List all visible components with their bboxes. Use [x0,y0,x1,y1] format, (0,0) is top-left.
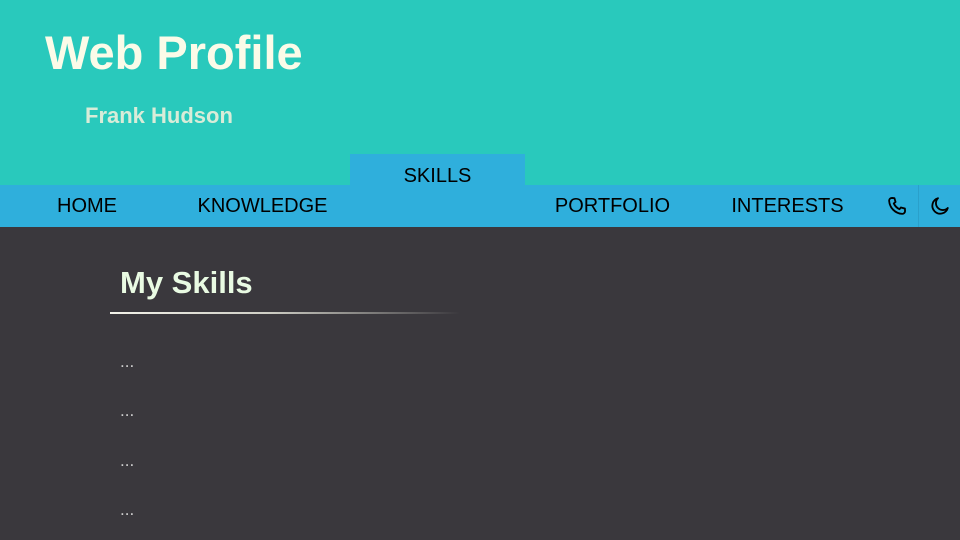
nav-item-portfolio[interactable]: PORTFOLIO [540,185,685,227]
profile-name: Frank Hudson [85,103,233,128]
nav-item-knowledge[interactable]: KNOWLEDGE [180,185,345,227]
nav-item-home[interactable]: HOME [32,185,142,227]
nav-item-skills[interactable]: SKILLS [350,154,525,200]
section-title: My Skills [120,265,253,300]
skill-item: ... [120,401,135,420]
nav-item-interests[interactable]: INTERESTS [715,185,860,227]
section-divider [110,312,460,314]
moon-icon [931,197,949,215]
skill-item: ... [120,500,135,519]
phone-button[interactable] [876,185,918,227]
theme-toggle-button[interactable] [918,185,960,227]
skill-item: ... [120,451,135,470]
phone-icon [888,197,906,215]
skill-item: ... [120,352,135,371]
site-title: Web Profile [45,26,303,79]
